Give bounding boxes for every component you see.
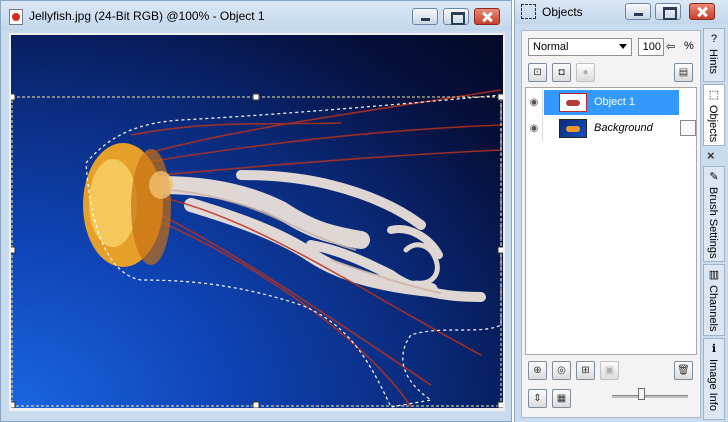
channels-icon: ▥ [708,269,720,281]
tab-brush-settings[interactable]: ✎ Brush Settings [703,166,725,262]
opacity-slider-icon[interactable]: ⇦ [666,40,675,53]
document-titlebar[interactable]: Jellyfish.jpg (24-Bit RGB) @100% - Objec… [1,1,511,31]
list-item[interactable]: ◉ Object 1 [526,90,696,115]
tab-label: Hints [707,49,719,75]
lock-transparency-icon[interactable]: ◘ [552,63,571,82]
tab-label: Channels [707,285,719,332]
layer-thumbnail [559,93,587,112]
blend-mode-value: Normal [533,41,569,53]
eye-icon[interactable]: ◉ [526,90,543,115]
combine-icon[interactable]: ▣ [600,361,619,380]
minimize-button[interactable] [412,8,438,25]
eye-icon[interactable]: ◉ [526,116,543,141]
mask-icon[interactable] [680,120,696,136]
document-title: Jellyfish.jpg (24-Bit RGB) @100% - Objec… [29,9,265,23]
objects-panel-body: Normal 100 ⇦ % ⊡ ◘ ● ▤ ◉ Object 1 ◉ Back… [521,30,701,418]
new-from-selection-icon[interactable]: ⊞ [576,361,595,380]
panel-maximize-button[interactable] [655,3,681,20]
layer-name: Background [594,122,653,134]
panel-minimize-button[interactable] [625,3,651,20]
new-object-icon[interactable]: ⊕ [528,361,547,380]
list-item[interactable]: ◉ Background [526,116,696,141]
tab-hints[interactable]: ? Hints [703,28,725,82]
objects-marquee-icon [521,4,536,19]
maximize-button[interactable] [443,8,469,25]
brush-icon: ✎ [709,171,719,183]
tab-label: Brush Settings [707,187,719,259]
dock-tabs: ? Hints ⬚ Objects × ✎ Brush Settings ▥ C… [703,28,727,420]
properties-icon[interactable]: ▤ [674,63,693,82]
image-canvas[interactable] [11,35,503,408]
objects-tab-icon: ⬚ [708,89,720,101]
panel-title: Objects [542,5,583,19]
lock-icon[interactable]: ⊡ [528,63,547,82]
info-icon: ℹ [711,343,717,355]
tab-objects[interactable]: ⬚ Objects [703,84,725,146]
hints-icon: ? [710,33,718,45]
thumbnail-size-icon[interactable]: ▦ [552,389,571,408]
document-window: Jellyfish.jpg (24-Bit RGB) @100% - Objec… [0,0,512,422]
tab-label: Image Info [707,359,719,411]
jellyfish-image [11,89,503,408]
close-button[interactable] [474,8,500,25]
fit-icon[interactable]: ⇕ [528,389,547,408]
tab-label: Objects [707,105,719,143]
layer-thumbnail [559,119,587,138]
panel-titlebar[interactable]: Objects [515,0,728,24]
canvas-frame [9,33,505,411]
slider-thumb[interactable] [638,388,645,400]
dock-close-icon[interactable]: × [707,148,715,163]
thumbnail-size-slider[interactable] [612,395,688,398]
opacity-input[interactable]: 100 [638,38,664,56]
delete-icon[interactable]: 🗑 [674,361,693,380]
layer-row-body[interactable]: Object 1 [544,90,679,115]
chevron-down-icon [619,44,627,49]
blend-mode-select[interactable]: Normal [528,38,632,56]
document-image-icon [9,9,23,25]
tab-channels[interactable]: ▥ Channels [703,264,725,336]
layer-name: Object 1 [594,96,635,108]
objects-panel: Objects Normal 100 ⇦ % ⊡ ◘ ● ▤ ◉ Object … [514,0,728,422]
lock-all-icon[interactable]: ● [576,63,595,82]
new-lens-icon[interactable]: ◎ [552,361,571,380]
layer-row-body[interactable]: Background [544,116,679,141]
tab-image-info[interactable]: ℹ Image Info [703,338,725,420]
layer-list: ◉ Object 1 ◉ Background [525,87,697,355]
opacity-unit: % [684,40,694,52]
panel-close-button[interactable] [689,3,715,20]
